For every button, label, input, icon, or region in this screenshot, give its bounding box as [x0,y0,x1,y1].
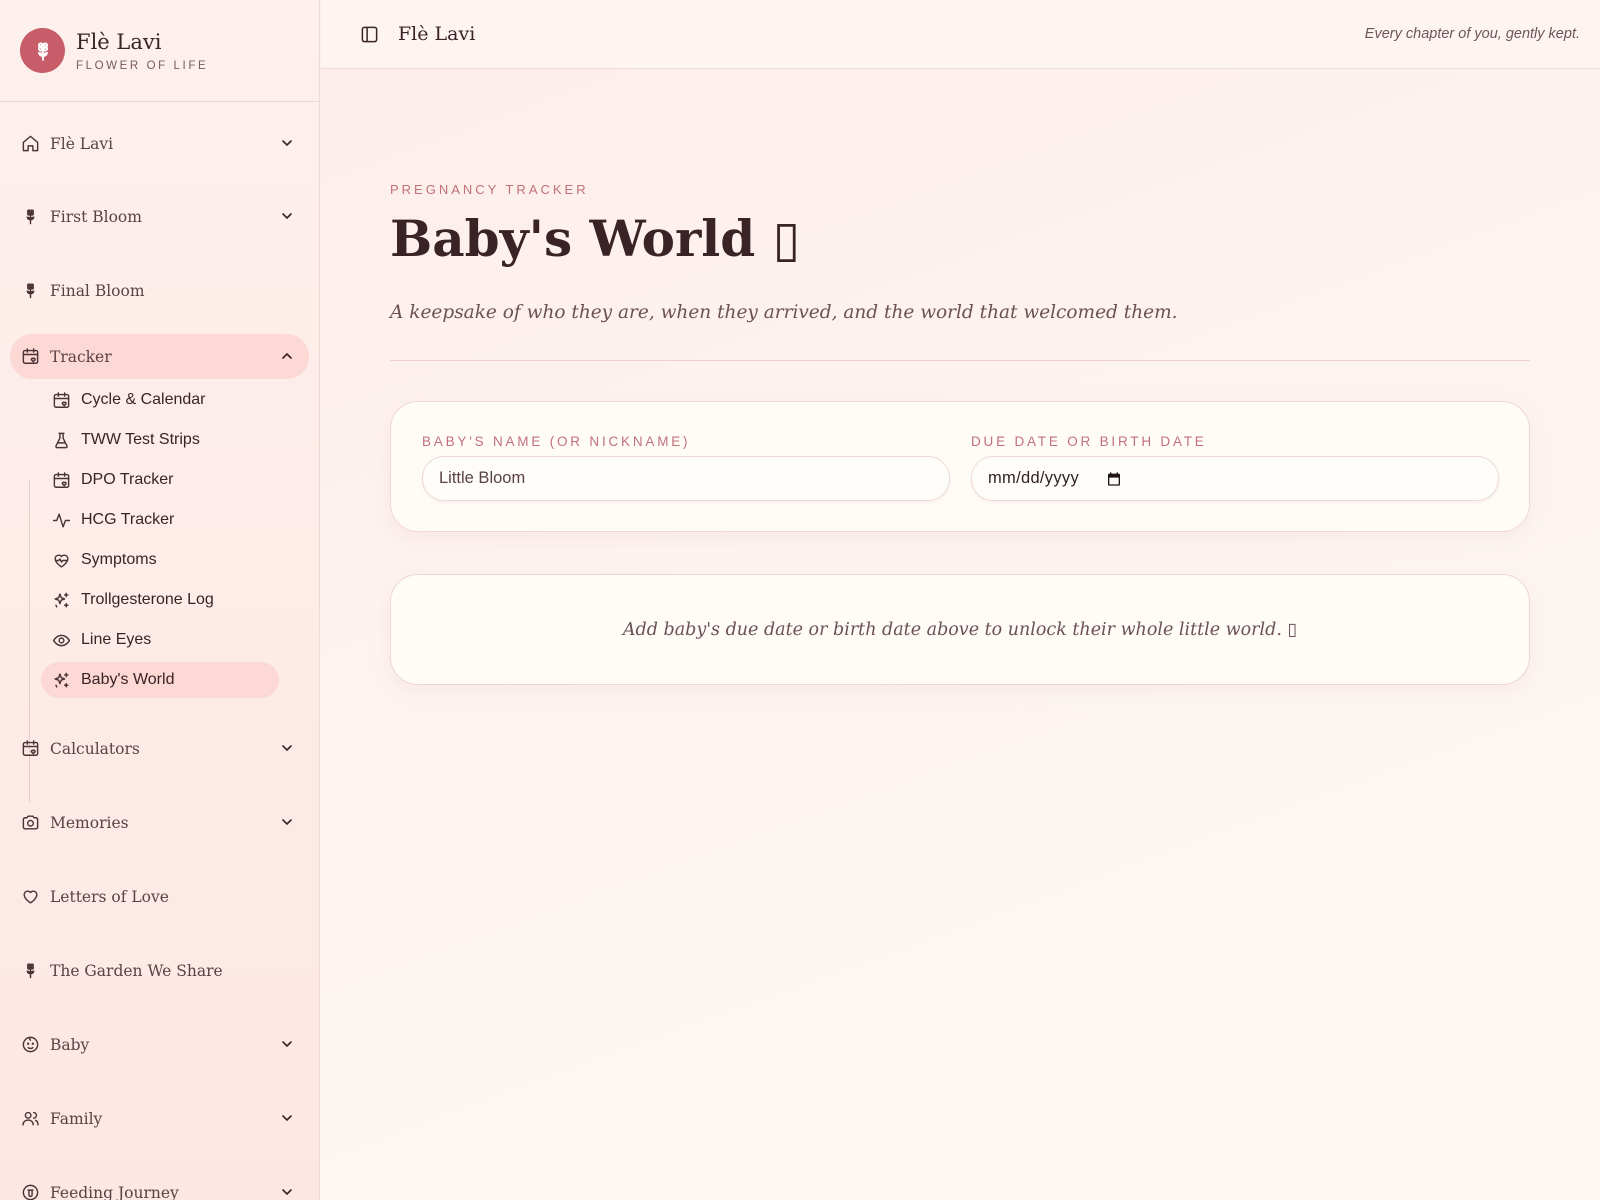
flower-icon [20,281,40,301]
baby-name-label: BABY'S NAME (OR NICKNAME) [422,434,691,449]
topbar-tagline: Every chapter of you, gently kept. [1364,26,1580,42]
due-date-input[interactable]: mm/dd/yyyy [971,456,1499,501]
sidebar-item-feeding-journey[interactable]: Feeding Journey [10,1170,309,1200]
sidebar-subitem-label: Trollgesterone Log [81,591,214,608]
sidebar-subitem-hcg-tracker[interactable]: HCG Tracker [41,502,279,538]
page-subtitle: A keepsake of who they are, when they ar… [390,302,1178,323]
sidebar: Flè Lavi FLOWER OF LIFE Flè Lavi First B… [0,0,320,1200]
sidebar-subitem-label: Baby's World [81,671,175,688]
empty-state-message: Add baby's due date or birth date above … [622,619,1298,640]
topbar-title: Flè Lavi [398,23,476,45]
sidebar-subitem-label: TWW Test Strips [81,431,200,448]
camera-icon [20,813,40,833]
due-date-value: mm/dd/yyyy [988,469,1080,487]
sidebar-item-fle-lavi[interactable]: Flè Lavi [10,121,309,166]
chevron-down-icon[interactable] [279,135,295,151]
sidebar-item-label: Flè Lavi [50,134,114,153]
baby-name-value: Little Bloom [439,469,526,487]
home-icon [20,134,40,154]
sidebar-subitem-label: Symptoms [81,551,157,568]
sidebar-subitem-label: Line Eyes [81,631,152,648]
sidebar-item-label: Family [50,1109,103,1128]
sidebar-subitem-label: Cycle & Calendar [81,391,206,408]
sidebar-item-label: Letters of Love [50,887,169,906]
milk-icon [20,1183,40,1200]
page-eyebrow: PREGNANCY TRACKER [390,182,589,197]
sidebar-item-label: Memories [50,813,129,832]
chevron-down-icon[interactable] [279,1036,295,1052]
calendar-heart-icon [20,739,40,759]
calendar-heart-icon [51,390,71,410]
sidebar-item-label: First Bloom [50,207,142,226]
page-title: Baby's World ▯ [390,209,801,268]
chevron-down-icon[interactable] [279,814,295,830]
sidebar-item-label: The Garden We Share [50,961,223,980]
sidebar-item-family[interactable]: Family [10,1096,309,1141]
sidebar-item-label: Feeding Journey [50,1183,179,1200]
chevron-down-icon[interactable] [279,1184,295,1200]
sidebar-item-label: Baby [50,1035,90,1054]
baby-name-field: BABY'S NAME (OR NICKNAME) Little Bloom [422,434,950,501]
baby-name-input[interactable]: Little Bloom [422,456,950,501]
sidebar-item-calculators[interactable]: Calculators [10,726,309,771]
sidebar-subitem-line-eyes[interactable]: Line Eyes [41,622,279,658]
sidebar-item-tracker[interactable]: Tracker [10,334,309,379]
sidebar-toggle-button[interactable] [357,22,381,46]
sidebar-item-garden-we-share[interactable]: The Garden We Share [10,948,309,993]
sidebar-item-memories[interactable]: Memories [10,800,309,845]
baby-details-card: BABY'S NAME (OR NICKNAME) Little Bloom D… [390,401,1530,532]
sparkles-icon [51,670,71,690]
topbar: Flè Lavi Every chapter of you, gently ke… [321,0,1600,69]
header-divider [390,360,1530,361]
sidebar-subitem-label: HCG Tracker [81,511,175,528]
sidebar-subitem-babys-world[interactable]: Baby's World [41,662,279,698]
sidebar-item-first-bloom[interactable]: First Bloom [10,194,309,239]
sidebar-item-label: Final Bloom [50,281,145,300]
sidebar-subitem-label: DPO Tracker [81,471,174,488]
flower-logo-icon [20,28,65,73]
sidebar-item-baby[interactable]: Baby [10,1022,309,1067]
activity-icon [51,510,71,530]
sidebar-item-label: Tracker [50,347,112,366]
empty-state-card: Add baby's due date or birth date above … [390,574,1530,685]
sidebar-item-letters-of-love[interactable]: Letters of Love [10,874,309,919]
brand-title: Flè Lavi [76,29,162,54]
chevron-down-icon[interactable] [279,208,295,224]
heart-pulse-icon [51,550,71,570]
calendar-heart-icon [20,347,40,367]
sidebar-item-final-bloom[interactable]: Final Bloom [10,268,309,313]
calendar-picker-icon[interactable] [1106,470,1124,488]
due-date-label: DUE DATE OR BIRTH DATE [971,434,1207,449]
sidebar-item-label: Calculators [50,739,140,758]
flower-icon [20,961,40,981]
flask-icon [51,430,71,450]
due-date-field: DUE DATE OR BIRTH DATE mm/dd/yyyy [971,434,1499,501]
chevron-up-icon[interactable] [279,348,295,364]
sidebar-subitem-trollgesterone-log[interactable]: Trollgesterone Log [41,582,279,618]
chevron-down-icon[interactable] [279,1110,295,1126]
sidebar-subitem-symptoms[interactable]: Symptoms [41,542,279,578]
heart-icon [20,887,40,907]
eye-icon [51,630,71,650]
users-icon [20,1109,40,1129]
sidebar-subitem-dpo-tracker[interactable]: DPO Tracker [41,462,279,498]
sparkles-icon [51,590,71,610]
sidebar-subitem-cycle-calendar[interactable]: Cycle & Calendar [41,382,279,418]
baby-icon [20,1035,40,1055]
calendar-heart-icon [51,470,71,490]
chevron-down-icon[interactable] [279,740,295,756]
brand: Flè Lavi FLOWER OF LIFE [0,0,319,102]
flower-icon [20,207,40,227]
sidebar-subitem-tww-test-strips[interactable]: TWW Test Strips [41,422,279,458]
brand-subtitle: FLOWER OF LIFE [76,59,209,72]
panel-left-icon [360,25,379,44]
